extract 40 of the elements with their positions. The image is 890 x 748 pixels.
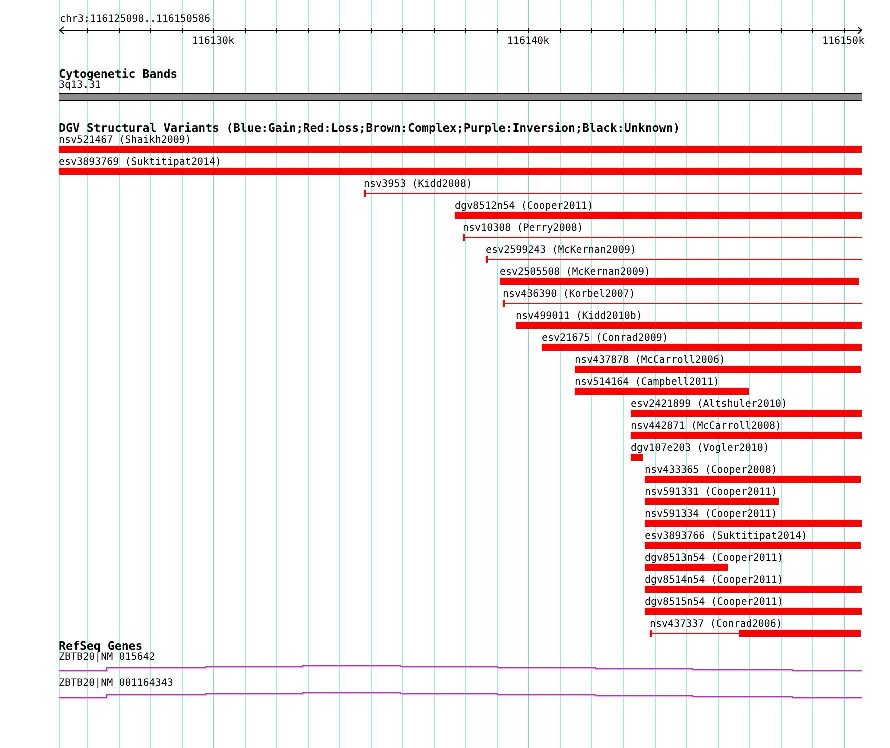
track-title: Cytogenetic Bands — [59, 68, 179, 80]
variant-label: nsv433365 (Cooper2008) — [645, 465, 778, 476]
variant-label: esv21675 (Conrad2009) — [542, 333, 668, 344]
location-label: chr3:116125098..116150586 — [60, 14, 212, 26]
variant-label: esv2599243 (McKernan2009) — [486, 245, 637, 256]
variant-label: dgv8513n54 (Cooper2011) — [645, 553, 784, 564]
ruler-tick-label: 116130k — [192, 36, 235, 47]
gene-model-line[interactable] — [59, 692, 862, 698]
variant-label: nsv499011 (Kidd2010b) — [516, 311, 642, 322]
variant-bar[interactable] — [486, 256, 862, 263]
variant-label: nsv437337 (Conrad2006) — [650, 619, 782, 630]
variant-label: esv3893769 (Suktitipat2014) — [59, 157, 222, 168]
variant-label: nsv3953 (Kidd2008) — [364, 179, 472, 190]
variant-bar[interactable] — [364, 190, 862, 197]
variant-label: esv2505508 (McKernan2009) — [500, 267, 651, 278]
variant-bar[interactable] — [503, 300, 862, 307]
gene-model-line[interactable] — [59, 666, 862, 672]
band-label: 3q13.31 — [59, 80, 102, 91]
variant-label: esv3893766 (Suktitipat2014) — [645, 531, 808, 542]
variant-label: dgv8512n54 (Cooper2011) — [455, 201, 594, 212]
variant-label: nsv442871 (McCarroll2008) — [631, 421, 782, 432]
variant-label: nsv591334 (Cooper2011) — [645, 509, 778, 520]
variant-label: nsv521467 (Shaikh2009) — [59, 135, 192, 146]
gene-label: ZBTB20|NM_001164343 — [59, 678, 174, 689]
variant-label: nsv10308 (Perry2008) — [463, 223, 584, 234]
variant-label: dgv107e203 (Vogler2010) — [631, 443, 770, 454]
track-title: DGV Structural Variants (Blue:Gain;Red:Loss;Brown:Complex;Purple:Inversion;Black:Unknown) — [59, 122, 682, 134]
ruler-tick-label: 116140k — [507, 36, 550, 47]
ruler-tick-label: 116150k — [822, 36, 865, 47]
variant-label: nsv436390 (Korbel2007) — [503, 289, 636, 300]
variant-label: dgv8514n54 (Cooper2011) — [645, 575, 784, 586]
variant-label: nsv437878 (McCarroll2006) — [575, 355, 726, 366]
variant-bar[interactable] — [650, 630, 861, 637]
gene-label: ZBTB20|NM_015642 — [59, 652, 156, 663]
variant-label: esv2421899 (Altshuler2010) — [631, 399, 788, 410]
variant-bar[interactable] — [463, 234, 862, 241]
variant-label: nsv591331 (Cooper2011) — [645, 487, 778, 498]
track-title: RefSeq Genes — [59, 640, 143, 652]
variant-label: nsv514164 (Campbell2011) — [575, 377, 720, 388]
variant-label: dgv8515n54 (Cooper2011) — [645, 597, 784, 608]
